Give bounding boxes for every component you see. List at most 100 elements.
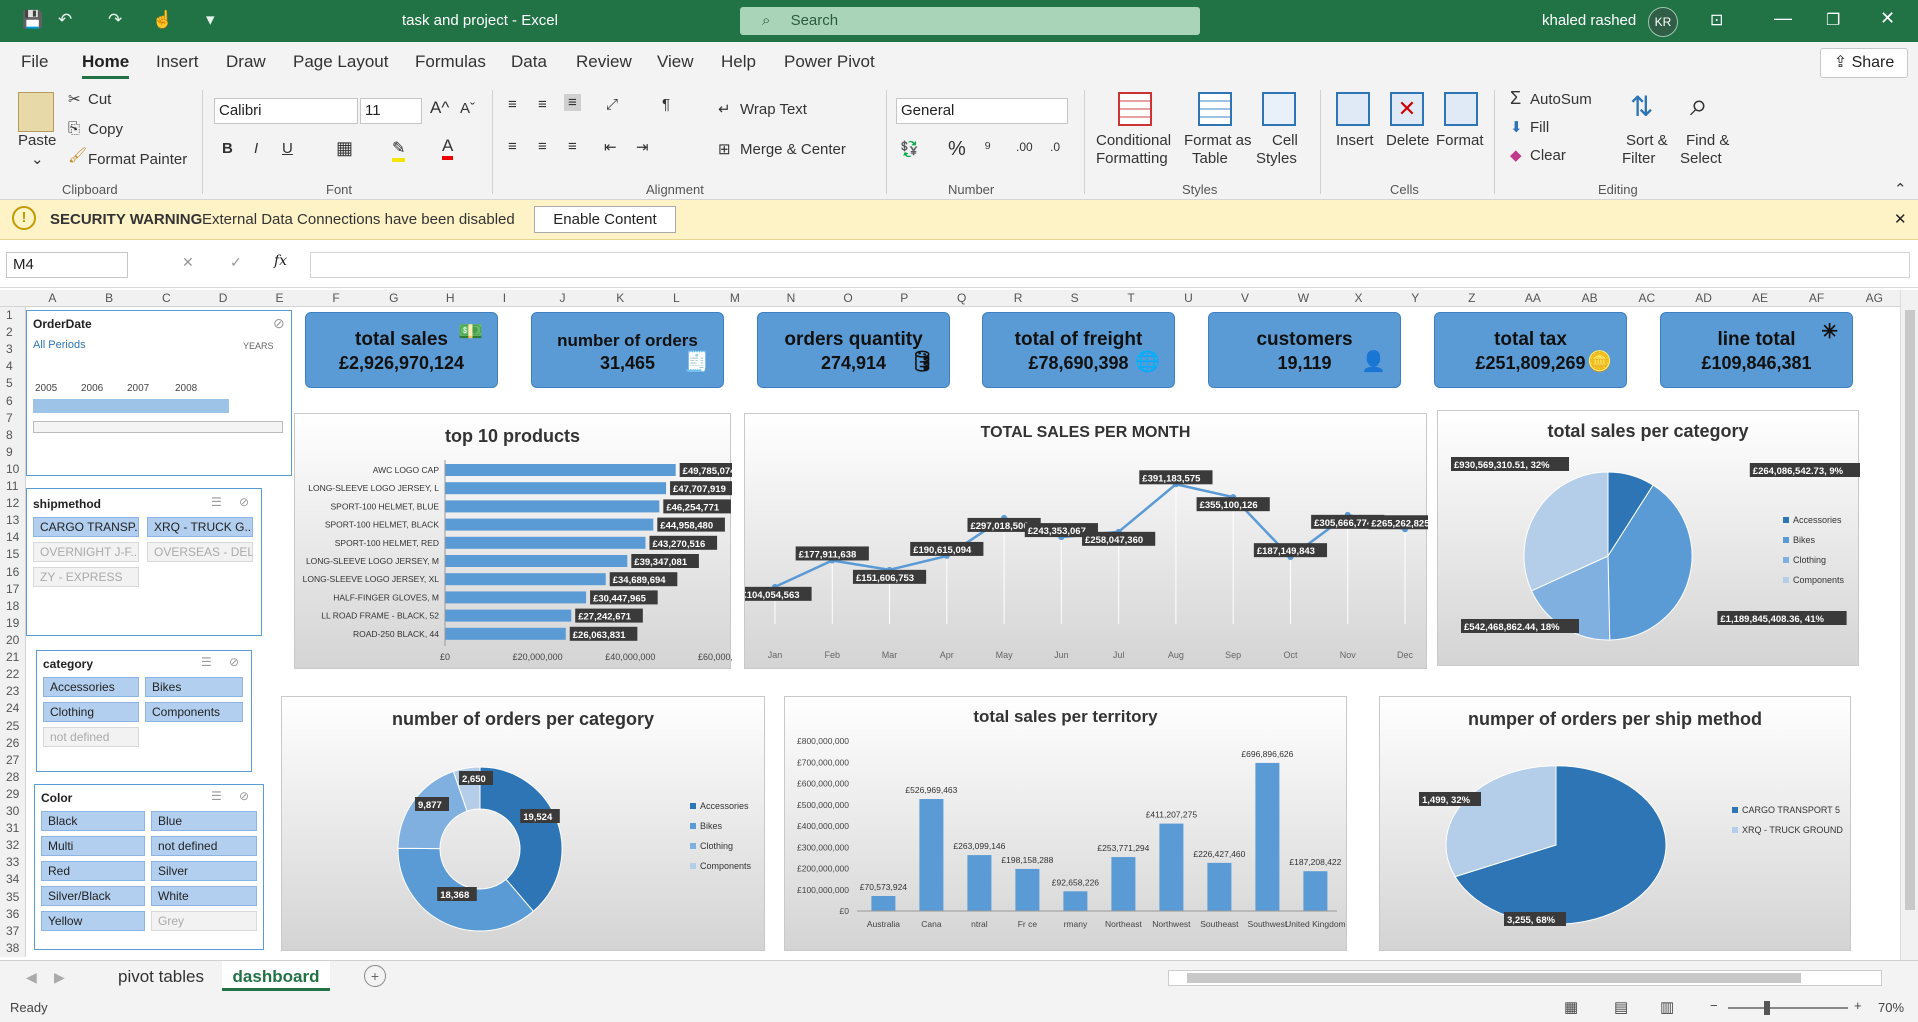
name-box[interactable]: M4 (6, 252, 128, 278)
align-bottom-icon[interactable]: ≡ (564, 94, 581, 111)
column-header[interactable]: T (1127, 291, 1134, 305)
column-header[interactable]: B (105, 291, 113, 305)
column-header[interactable]: R (1014, 291, 1023, 305)
column-header[interactable]: AD (1695, 291, 1712, 305)
autosum-button[interactable]: AutoSum (1530, 91, 1592, 108)
row-header[interactable]: 32 (6, 838, 19, 852)
slicer-item[interactable]: Accessories (43, 677, 139, 697)
comma-icon[interactable]: ⁹ (984, 138, 991, 158)
column-header[interactable]: P (900, 291, 908, 305)
cut-button[interactable]: Cut (88, 91, 111, 108)
slicer-item[interactable]: Red (41, 861, 145, 881)
column-header[interactable]: Q (957, 291, 966, 305)
row-header[interactable]: 38 (6, 941, 19, 955)
row-header[interactable]: 37 (6, 924, 19, 938)
row-header[interactable]: 1 (6, 308, 13, 322)
top-products-chart[interactable]: top 10 products AWC LOGO CAP £49,785,074 L… (294, 413, 732, 669)
tab-page-layout[interactable]: Page Layout (293, 52, 388, 72)
row-header[interactable]: 25 (6, 719, 19, 733)
column-header[interactable]: D (219, 291, 228, 305)
multi-select-icon[interactable]: ☰ (211, 789, 222, 803)
row-header[interactable]: 30 (6, 804, 19, 818)
row-header[interactable]: 34 (6, 872, 19, 886)
shrink-font-icon[interactable]: Aˇ (460, 100, 475, 117)
paragraph-icon[interactable]: ¶ (662, 96, 670, 113)
row-header[interactable]: 36 (6, 907, 19, 921)
clear-filter-icon[interactable]: ⊘ (239, 789, 249, 803)
format-as-table-button[interactable]: Format as (1184, 132, 1252, 149)
prev-sheet-icon[interactable]: ◀ (26, 969, 37, 986)
row-header[interactable]: 12 (6, 496, 19, 510)
tab-data[interactable]: Data (511, 52, 547, 72)
conditional-formatting-button[interactable]: Conditional (1096, 132, 1171, 149)
column-header[interactable]: E (276, 291, 284, 305)
column-header[interactable]: A (48, 291, 56, 305)
slicer-item[interactable]: ZY - EXPRESS (33, 567, 139, 587)
zoom-level[interactable]: 70% (1878, 1000, 1904, 1015)
column-header[interactable]: C (162, 291, 171, 305)
tab-review[interactable]: Review (576, 52, 632, 72)
row-header[interactable]: 18 (6, 599, 19, 613)
tab-help[interactable]: Help (721, 52, 756, 72)
insert-cells-button[interactable]: Insert (1336, 132, 1374, 149)
save-icon[interactable]: 💾 (22, 10, 43, 30)
formula-input[interactable] (310, 252, 1910, 278)
enter-icon[interactable]: ✓ (230, 254, 242, 271)
add-sheet-icon[interactable]: + (364, 965, 386, 987)
slicer-item[interactable]: Grey (151, 911, 257, 931)
row-header[interactable]: 3 (6, 342, 13, 356)
row-header[interactable]: 17 (6, 582, 19, 596)
column-header[interactable]: Z (1468, 291, 1475, 305)
decrease-decimal-icon[interactable]: .0 (1050, 140, 1060, 154)
slicer-item[interactable]: Multi (41, 836, 145, 856)
slicer-item[interactable]: Silver/Black (41, 886, 145, 906)
column-header[interactable]: J (559, 291, 565, 305)
row-header[interactable]: 15 (6, 547, 19, 561)
tab-file[interactable]: File (21, 52, 48, 72)
row-header[interactable]: 4 (6, 359, 13, 373)
column-header[interactable]: AB (1582, 291, 1598, 305)
column-header[interactable]: G (389, 291, 398, 305)
column-header[interactable]: L (673, 291, 680, 305)
sheet-tab-pivot-tables[interactable]: pivot tables (118, 967, 204, 987)
paste-icon[interactable] (18, 92, 54, 132)
collapse-ribbon-icon[interactable]: ⌃ (1894, 180, 1907, 198)
timeline-bar[interactable] (33, 399, 229, 413)
column-header[interactable]: AE (1752, 291, 1768, 305)
restore-icon[interactable]: ❐ (1826, 10, 1840, 30)
slicer-item[interactable]: White (151, 886, 257, 906)
copy-button[interactable]: Copy (88, 121, 123, 138)
multi-select-icon[interactable]: ☰ (201, 655, 212, 669)
italic-icon[interactable]: I (254, 140, 258, 157)
clear-filter-icon[interactable]: ⊘ (273, 315, 285, 332)
slicer-item[interactable]: Components (145, 702, 243, 722)
search-box[interactable]: ⌕ Search (740, 7, 1200, 35)
sales-per-category-chart[interactable]: total sales per category £264,086,542.73… (1437, 410, 1860, 666)
touch-mode-icon[interactable]: ☝ (152, 10, 173, 30)
row-header[interactable]: 19 (6, 616, 19, 630)
row-header[interactable]: 31 (6, 821, 19, 835)
slicer-item[interactable]: Silver (151, 861, 257, 881)
orders-per-category-chart[interactable]: number of orders per category 19,524 18,3… (281, 696, 765, 951)
slicer-item[interactable]: Clothing (43, 702, 139, 722)
multi-select-icon[interactable]: ☰ (211, 495, 222, 509)
slicer-item[interactable]: not defined (151, 836, 257, 856)
enable-content-button[interactable]: Enable Content (534, 206, 676, 233)
row-header[interactable]: 11 (6, 479, 18, 493)
grow-font-icon[interactable]: A^ (430, 98, 449, 118)
close-icon[interactable]: ✕ (1880, 8, 1895, 29)
tab-draw[interactable]: Draw (226, 52, 266, 72)
normal-view-icon[interactable]: ▦ (1564, 998, 1578, 1016)
column-header[interactable]: H (446, 291, 455, 305)
sheet-tab-dashboard[interactable]: dashboard (222, 961, 330, 991)
slicer-item[interactable]: CARGO TRANSP... (33, 517, 139, 537)
increase-indent-icon[interactable]: ⇥ (636, 138, 649, 156)
sort-filter-button[interactable]: Sort & (1626, 132, 1668, 149)
row-header[interactable]: 10 (6, 462, 19, 476)
clear-filter-icon[interactable]: ⊘ (239, 495, 249, 509)
slicer-item[interactable]: OVERSEAS - DEL... (147, 542, 253, 562)
order-date-timeline[interactable]: OrderDate ⊘ All Periods YEARS 2005 2006 … (26, 310, 292, 476)
zoom-slider[interactable] (1728, 1001, 1848, 1015)
clear-filter-icon[interactable]: ⊘ (229, 655, 239, 669)
column-header[interactable]: AG (1866, 291, 1883, 305)
